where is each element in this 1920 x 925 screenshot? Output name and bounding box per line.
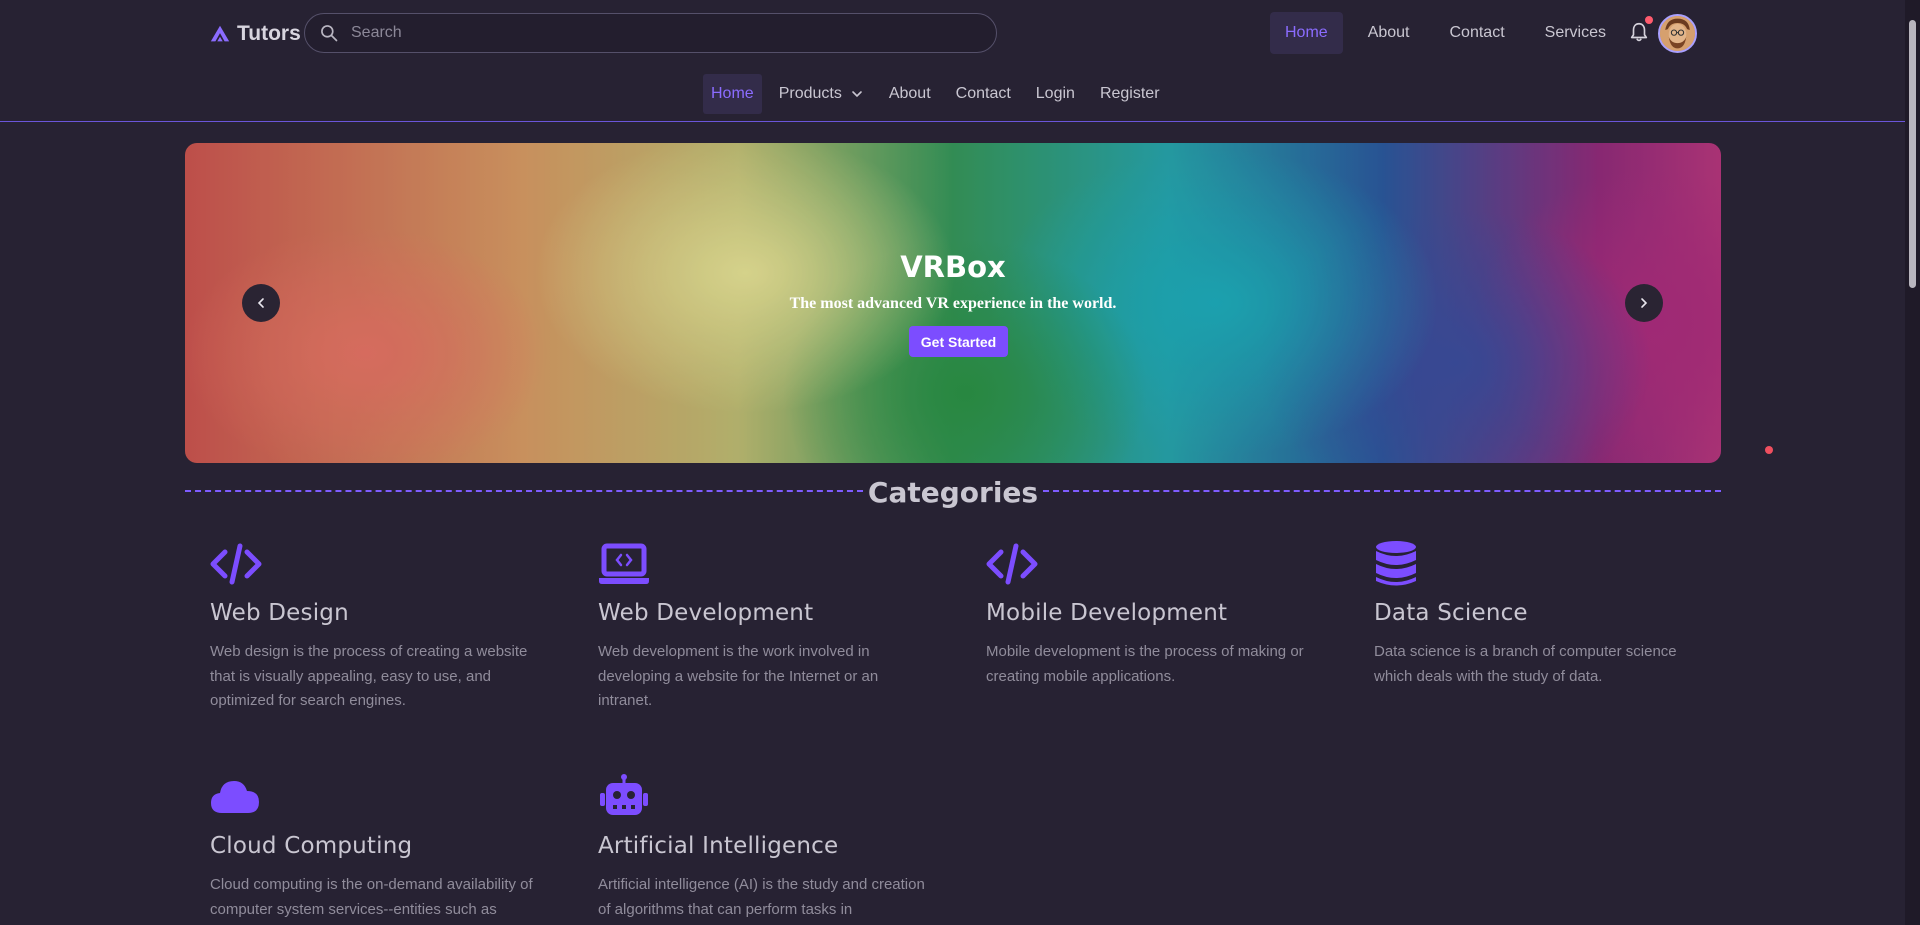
laptop-code-icon [599, 543, 649, 584]
subnav-home-link[interactable]: Home [703, 74, 762, 114]
secondary-nav-links: Home Products About Contact Login Regist… [703, 74, 1177, 114]
chevron-down-icon [852, 91, 862, 98]
hero-subtitle: The most advanced VR experience in the w… [789, 295, 1117, 312]
category-card-cloud-computing[interactable]: Cloud Computing Cloud computing is the o… [210, 773, 560, 922]
subnav-about-label: About [888, 85, 931, 102]
notification-dot [1645, 16, 1653, 24]
category-title: Web Design [210, 600, 349, 626]
divider-right [1043, 490, 1721, 492]
carousel-prev-button[interactable] [242, 284, 280, 322]
subnav-products-label: Products [778, 85, 842, 102]
hero-title: VRBox [900, 250, 1006, 284]
category-title: Web Development [598, 600, 814, 626]
hero-carousel: VRBox The most advanced VR experience in… [185, 143, 1721, 463]
category-title: Data Science [1374, 600, 1528, 626]
category-card-web-design[interactable]: Web Design Web design is the process of … [210, 540, 560, 714]
cloud-icon [211, 781, 259, 813]
search-icon [321, 25, 338, 42]
scrollbar-thumb[interactable] [1909, 20, 1916, 288]
topnav-about-link[interactable]: About [1353, 12, 1425, 54]
subnav-login-label: Login [1035, 85, 1075, 102]
category-title: Cloud Computing [210, 833, 413, 859]
topnav-home-link[interactable]: Home [1270, 12, 1343, 54]
subnav-products-dropdown[interactable]: Products [771, 74, 872, 114]
category-card-data-science[interactable]: Data Science Data science is a branch of… [1374, 540, 1724, 689]
brand-name: Tutors [237, 22, 301, 45]
category-title: Artificial Intelligence [598, 833, 839, 859]
database-icon [1376, 541, 1416, 586]
topnav-services-link[interactable]: Services [1530, 12, 1621, 54]
subnav-contact-link[interactable]: Contact [948, 74, 1019, 114]
subnav-contact-label: Contact [955, 85, 1011, 102]
top-nav: Home About Contact Services [1270, 12, 1631, 54]
code-icon [986, 543, 1038, 585]
secondary-navbar: Home Products About Contact Login Regist… [0, 66, 1905, 122]
topnav-contact-link[interactable]: Contact [1435, 12, 1520, 54]
avatar-image [1660, 16, 1695, 51]
page-scrollbar[interactable] [1905, 0, 1920, 925]
category-description: Mobile development is the process of mak… [986, 643, 1304, 685]
chevron-right-icon [1641, 298, 1648, 308]
subnav-register-link[interactable]: Register [1092, 74, 1168, 114]
carousel-next-button[interactable] [1625, 284, 1663, 322]
category-card-artificial-intelligence[interactable]: Artificial Intelligence Artificial intel… [598, 773, 948, 922]
subnav-register-label: Register [1099, 85, 1160, 102]
category-card-mobile-development[interactable]: Mobile Development Mobile development is… [986, 540, 1336, 689]
subnav-home-label: Home [711, 85, 754, 102]
floating-dot [1765, 446, 1773, 454]
category-description: Data science is a branch of computer sci… [1374, 643, 1677, 685]
categories-header: Categories [185, 474, 1721, 514]
top-navbar: Tutors Home About Contact Services [0, 0, 1905, 66]
chevron-left-icon [257, 298, 264, 308]
logo-icon [210, 25, 230, 42]
subnav-login-link[interactable]: Login [1028, 74, 1083, 114]
category-card-web-development[interactable]: Web Development Web development is the w… [598, 540, 948, 714]
search-box[interactable] [304, 13, 997, 53]
search-input[interactable] [351, 24, 951, 42]
category-title: Mobile Development [986, 600, 1228, 626]
robot-icon [600, 774, 648, 815]
category-description: Web development is the work involved in … [598, 643, 879, 709]
category-description: Cloud computing is the on-demand availab… [210, 876, 533, 918]
subnav-about-link[interactable]: About [881, 74, 939, 114]
get-started-button[interactable]: Get Started [909, 326, 1008, 357]
category-description: Web design is the process of creating a … [210, 643, 528, 709]
avatar[interactable] [1658, 14, 1697, 53]
brand-logo[interactable]: Tutors [209, 20, 301, 48]
category-description: Artificial intelligence (AI) is the stud… [598, 876, 925, 918]
categories-title: Categories [867, 476, 1039, 509]
code-icon [210, 543, 262, 585]
